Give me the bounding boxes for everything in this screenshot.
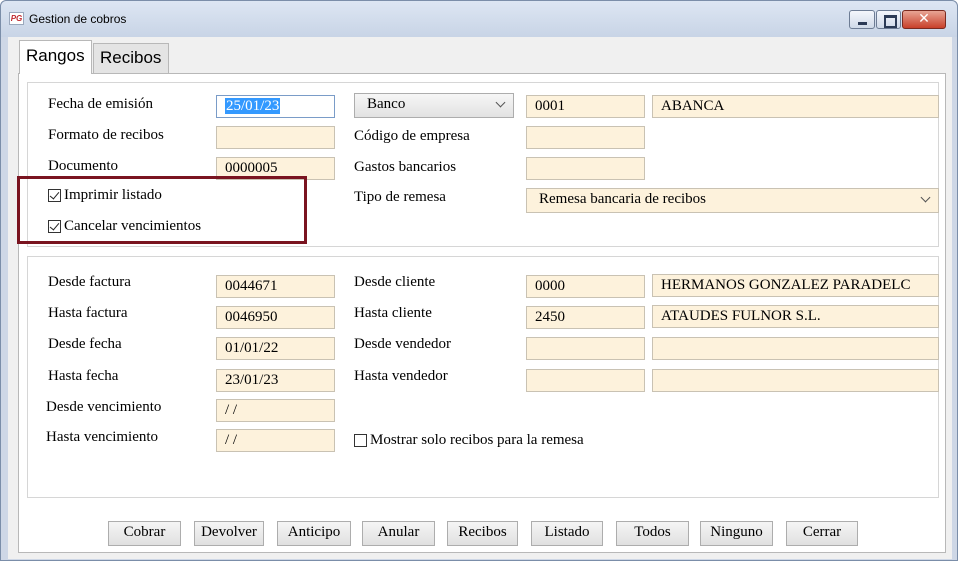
listado-button[interactable]: Listado: [531, 521, 603, 546]
formato-recibos-label: Formato de recibos: [48, 127, 164, 143]
desde-vencimiento-field[interactable]: / /: [216, 399, 335, 422]
maximize-icon: [877, 11, 900, 28]
desde-factura-label: Desde factura: [48, 274, 131, 290]
chevron-down-icon: [920, 193, 932, 205]
desde-cliente-label: Desde cliente: [354, 274, 436, 290]
hasta-cliente-code-field[interactable]: 2450: [526, 306, 645, 329]
gastos-bancarios-field[interactable]: [526, 157, 645, 180]
app-logo-icon: PG: [9, 12, 24, 25]
annotation-highlight-box: [17, 176, 307, 244]
minimize-button[interactable]: [849, 10, 875, 29]
hasta-vendedor-name-field[interactable]: [652, 369, 939, 392]
fecha-emision-value: 25/01/23: [225, 98, 281, 114]
tab-panel-rangos: Fecha de emisión 25/01/23 Formato de rec…: [18, 73, 946, 553]
anticipo-button[interactable]: Anticipo: [277, 521, 351, 546]
desde-vencimiento-label: Desde vencimiento: [46, 399, 162, 415]
fecha-emision-label: Fecha de emisión: [48, 96, 153, 112]
checkbox-unchecked-icon: [354, 434, 367, 447]
hasta-factura-field[interactable]: 0046950: [216, 306, 335, 329]
desde-fecha-field[interactable]: 01/01/22: [216, 337, 335, 360]
recibos-button[interactable]: Recibos: [447, 521, 518, 546]
anular-button[interactable]: Anular: [362, 521, 435, 546]
hasta-fecha-field[interactable]: 23/01/23: [216, 369, 335, 392]
documento-label: Documento: [48, 158, 118, 174]
maximize-button[interactable]: [876, 10, 901, 29]
chevron-down-icon: [495, 98, 507, 110]
hasta-factura-label: Hasta factura: [48, 305, 128, 321]
title-bar[interactable]: PG Gestion de cobros ✕: [1, 1, 957, 37]
desde-vendedor-code-field[interactable]: [526, 337, 645, 360]
cerrar-button[interactable]: Cerrar: [786, 521, 858, 546]
hasta-vencimiento-field[interactable]: / /: [216, 429, 335, 452]
banco-code-field[interactable]: 0001: [526, 95, 645, 118]
desde-cliente-code-field[interactable]: 0000: [526, 275, 645, 298]
client-area: Rangos Recibos Fecha de emisión 25/01/23…: [8, 37, 952, 559]
mostrar-solo-label: Mostrar solo recibos para la remesa: [370, 432, 584, 448]
codigo-empresa-label: Código de empresa: [354, 128, 470, 144]
hasta-cliente-name-field[interactable]: ATAUDES FULNOR S.L.: [652, 305, 939, 328]
hasta-fecha-label: Hasta fecha: [48, 368, 119, 384]
todos-button[interactable]: Todos: [616, 521, 689, 546]
banco-select[interactable]: Banco: [354, 93, 514, 118]
banco-name-field[interactable]: ABANCA: [652, 95, 939, 118]
banco-select-value: Banco: [367, 96, 406, 112]
tipo-remesa-select[interactable]: Remesa bancaria de recibos: [526, 188, 939, 213]
desde-factura-field[interactable]: 0044671: [216, 275, 335, 298]
mostrar-solo-checkbox[interactable]: Mostrar solo recibos para la remesa: [354, 432, 584, 449]
hasta-vencimiento-label: Hasta vencimiento: [46, 429, 159, 445]
codigo-empresa-field[interactable]: [526, 126, 645, 149]
tipo-remesa-value: Remesa bancaria de recibos: [539, 191, 706, 207]
hasta-vendedor-label: Hasta vendedor: [354, 368, 448, 384]
devolver-button[interactable]: Devolver: [194, 521, 264, 546]
close-icon: ✕: [918, 11, 930, 27]
app-window: PG Gestion de cobros ✕ Rangos Recibos Fe…: [0, 0, 958, 561]
desde-vendedor-label: Desde vendedor: [354, 336, 452, 352]
window-title: Gestion de cobros: [29, 12, 127, 26]
tipo-remesa-label: Tipo de remesa: [354, 189, 446, 205]
fecha-emision-field[interactable]: 25/01/23: [216, 95, 335, 118]
tab-recibos[interactable]: Recibos: [93, 43, 169, 73]
close-button[interactable]: ✕: [902, 10, 946, 29]
hasta-vendedor-code-field[interactable]: [526, 369, 645, 392]
gastos-bancarios-label: Gastos bancarios: [354, 159, 457, 175]
tab-rangos[interactable]: Rangos: [19, 40, 92, 74]
formato-recibos-field[interactable]: [216, 126, 335, 149]
desde-vendedor-name-field[interactable]: [652, 337, 939, 360]
desde-cliente-name-field[interactable]: HERMANOS GONZALEZ PARADELC: [652, 274, 939, 297]
ranges-group: Desde factura 0044671 Hasta factura 0046…: [27, 256, 939, 498]
ninguno-button[interactable]: Ninguno: [700, 521, 773, 546]
cobrar-button[interactable]: Cobrar: [108, 521, 181, 546]
minimize-icon: [850, 11, 874, 28]
desde-fecha-label: Desde fecha: [48, 336, 122, 352]
hasta-cliente-label: Hasta cliente: [354, 305, 432, 321]
